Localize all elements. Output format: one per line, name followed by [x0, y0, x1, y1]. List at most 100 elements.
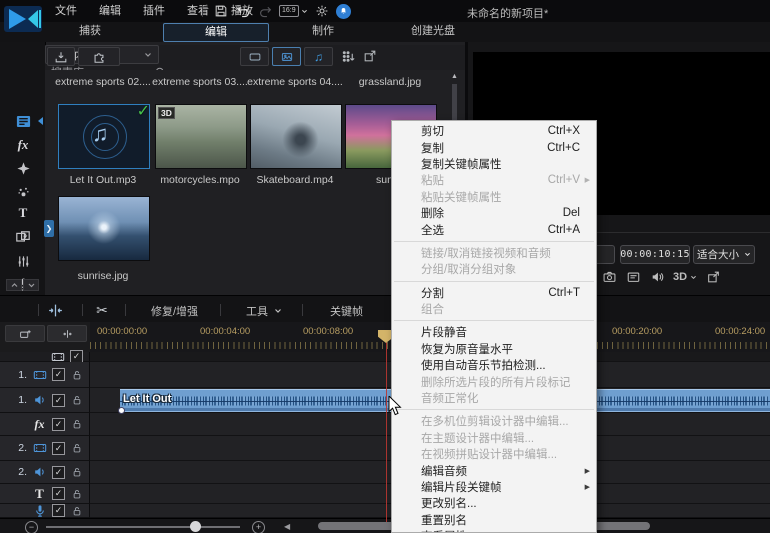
track-header-1-speaker: 1.✓ [0, 388, 90, 413]
preview-info-icon[interactable] [625, 269, 641, 285]
menu-item-全选[interactable]: 全选Ctrl+A [392, 221, 596, 237]
transitions-icon[interactable] [14, 228, 32, 246]
menu-item-label: 链接/取消链接视频和音频 [421, 245, 580, 261]
track-header-film: ✓ [0, 352, 90, 362]
volume-speaker-icon[interactable] [649, 269, 665, 285]
menu-item-label: 分组/取消分组对象 [421, 261, 580, 277]
lock-icon[interactable] [70, 418, 83, 431]
menu-item-复制关键帧属性[interactable]: 复制关键帧属性 [392, 156, 596, 172]
menu-item-查看属性[interactable]: 查看属性 [392, 528, 596, 533]
tab-编辑[interactable]: 编辑 [163, 23, 269, 42]
menubar-item-2[interactable]: 编辑 [88, 0, 132, 22]
media-tile-motorcycles.mpo[interactable]: 3D [155, 104, 247, 169]
trim-icon[interactable] [46, 301, 64, 319]
divider [220, 304, 221, 316]
timeline-toolbar: ✂ 修复/增强 工具 关键帧 [0, 295, 770, 324]
media-tile-Let It Out.mp3[interactable]: ♫✓ [58, 104, 150, 169]
track-enable-checkbox[interactable]: ✓ [52, 466, 65, 479]
tab-创建光盘[interactable]: 创建光盘 [388, 23, 478, 40]
zoom-out-button[interactable]: − [25, 521, 38, 533]
submenu-arrow-icon: ▶ [580, 176, 590, 184]
clip-keyframe-dot[interactable] [118, 407, 125, 414]
menu-item-分割[interactable]: 分割Ctrl+T [392, 285, 596, 301]
import-media-button[interactable] [47, 47, 75, 66]
undo-icon[interactable] [235, 3, 251, 19]
pip-objects-icon[interactable] [14, 159, 32, 177]
plugin-button[interactable] [78, 47, 120, 66]
sidebar-expand-button[interactable]: ❯ [44, 220, 54, 237]
track-enable-checkbox[interactable]: ✓ [52, 504, 65, 517]
preview-timecode[interactable]: 00:00:10:15 [620, 245, 690, 264]
menubar-item-1[interactable]: 文件 [44, 0, 88, 22]
zoom-slider-handle[interactable] [190, 521, 201, 532]
track-enable-checkbox[interactable]: ✓ [52, 442, 65, 455]
scroll-left-arrow[interactable]: ◀ [284, 522, 290, 531]
3d-mode-button[interactable]: 3D [673, 271, 697, 283]
audio-mixer-icon[interactable] [14, 252, 32, 270]
detach-library-icon[interactable] [363, 49, 377, 63]
menu-item-编辑音频[interactable]: 编辑音频▶ [392, 462, 596, 478]
timeline-bottom-bar: − + ◀ [0, 518, 770, 533]
redo-icon[interactable] [257, 3, 273, 19]
media-library-icon[interactable] [14, 112, 32, 130]
aspect-ratio-selector[interactable]: 16:9 [279, 5, 308, 17]
menu-item-恢复为原音量水平[interactable]: 恢复为原音量水平 [392, 341, 596, 357]
library-view-icon[interactable] [341, 49, 356, 64]
track-enable-checkbox[interactable]: ✓ [52, 394, 65, 407]
filter-video-button[interactable] [240, 47, 269, 66]
lock-icon[interactable] [70, 466, 83, 479]
menu-item-编辑片段关键帧[interactable]: 编辑片段关键帧▶ [392, 479, 596, 495]
lock-icon[interactable] [70, 487, 83, 500]
effects-icon[interactable]: fx [14, 136, 32, 154]
menu-item-label: 编辑音频 [421, 463, 580, 479]
tools-dropdown-button[interactable]: 工具 [246, 303, 282, 319]
menu-item-删除[interactable]: 删除Del [392, 205, 596, 221]
zoom-fit-dropdown[interactable]: 适合大小 [693, 245, 755, 264]
menu-item-片段静音[interactable]: 片段静音 [392, 324, 596, 340]
media-tile-sunrise.jpg[interactable] [58, 196, 150, 261]
divider [202, 5, 203, 17]
media-item-label: Let It Out.mp3 [55, 174, 151, 186]
ruler-timecode: 00:00:20:00 [612, 326, 662, 337]
lock-icon[interactable] [70, 368, 83, 381]
lock-icon[interactable] [70, 504, 83, 517]
fix-enhance-button[interactable]: 修复/增强 [151, 303, 198, 319]
undock-preview-icon[interactable] [705, 269, 721, 285]
lock-icon[interactable] [70, 442, 83, 455]
menu-item-重置别名[interactable]: 重置别名 [392, 512, 596, 528]
fit-timeline-button[interactable] [47, 325, 87, 342]
track-manager-button[interactable] [5, 325, 45, 342]
filter-music-button[interactable]: ♫ [304, 47, 333, 66]
aspect-ratio-value: 16:9 [279, 5, 299, 17]
menu-item-使用自动音乐节拍检测-[interactable]: 使用自动音乐节拍检测... [392, 357, 596, 373]
snapshot-camera-icon[interactable] [601, 269, 617, 285]
zoom-in-button[interactable]: + [252, 521, 265, 533]
split-scissors-icon[interactable]: ✂ [93, 301, 111, 319]
menu-item-label: 删除 [421, 205, 555, 221]
lock-icon[interactable] [70, 394, 83, 407]
filter-photo-button[interactable] [272, 47, 301, 66]
keyframe-button[interactable]: 关键帧 [330, 303, 363, 319]
menu-item-复制[interactable]: 复制Ctrl+C [392, 139, 596, 155]
menubar-item-3[interactable]: 插件 [132, 0, 176, 22]
scrollbar-up-icon[interactable]: ▲ [450, 72, 459, 82]
scroll-up-icon[interactable] [6, 279, 22, 291]
zoom-slider-track[interactable] [46, 526, 240, 528]
menu-separator [394, 281, 594, 282]
tab-制作[interactable]: 制作 [285, 23, 361, 40]
menu-item-更改别名-[interactable]: 更改别名... [392, 495, 596, 511]
tab-捕获[interactable]: 捕获 [25, 23, 155, 40]
menu-item-剪切[interactable]: 剪切Ctrl+X [392, 123, 596, 139]
scroll-down-icon[interactable] [23, 279, 39, 291]
ruler-timecode: 00:00:08:00 [303, 326, 353, 337]
save-icon[interactable] [213, 3, 229, 19]
settings-gear-icon[interactable] [314, 3, 330, 19]
particles-icon[interactable] [14, 182, 32, 200]
media-tile-Skateboard.mp4[interactable] [250, 104, 342, 169]
track-enable-checkbox[interactable]: ✓ [52, 368, 65, 381]
track-enable-checkbox[interactable]: ✓ [52, 418, 65, 431]
notification-bell-icon[interactable] [336, 4, 351, 19]
titles-icon[interactable]: T [14, 204, 32, 222]
submenu-arrow-icon: ▶ [580, 483, 590, 491]
track-enable-checkbox[interactable]: ✓ [52, 487, 65, 500]
